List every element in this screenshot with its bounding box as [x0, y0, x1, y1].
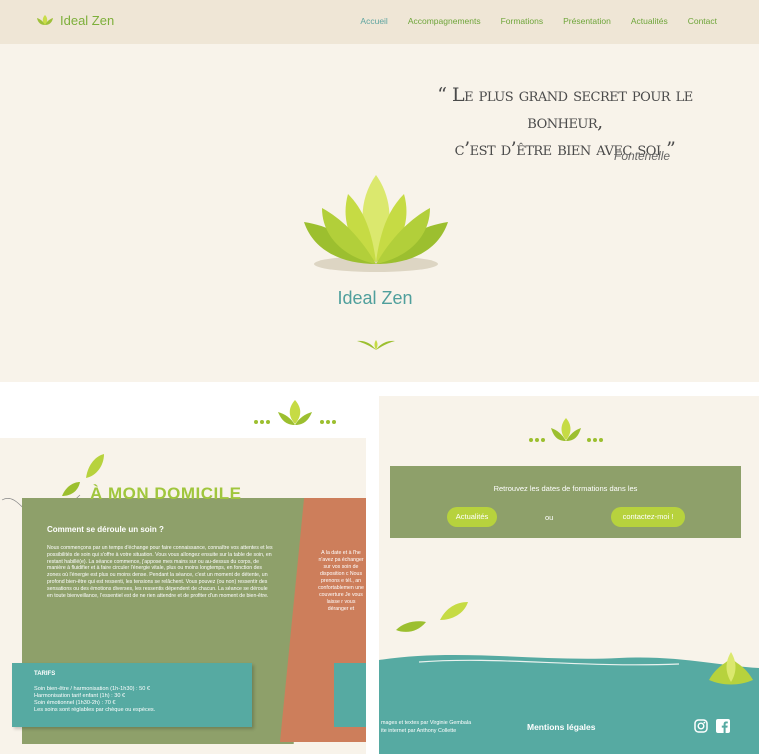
- lotus-icon: [304, 175, 448, 272]
- quote-line-1: “ Le plus grand secret pour le bonheur,: [437, 84, 693, 133]
- main-nav: Accueil Accompagnements Formations Prése…: [360, 16, 717, 26]
- lotus-logo-icon: [37, 14, 53, 25]
- nav-accueil[interactable]: Accueil: [360, 16, 387, 26]
- social-links: [694, 719, 730, 733]
- domicile-title: À MON DOMICILE: [90, 484, 242, 503]
- brand-name: Ideal Zen: [60, 13, 115, 28]
- nav-presentation[interactable]: Présentation: [563, 16, 611, 26]
- hero-quote: “ Le plus grand secret pour le bonheur, …: [405, 82, 725, 163]
- hero-brand-name: Ideal Zen: [337, 288, 413, 308]
- actualites-button[interactable]: Actualités: [447, 507, 497, 527]
- lotus-divider-icon: [254, 400, 336, 425]
- tarifs-title: TARIFS: [34, 671, 56, 677]
- nav-actualites[interactable]: Actualités: [631, 16, 668, 26]
- nav-formations[interactable]: Formations: [501, 16, 544, 26]
- nav-accompagnements[interactable]: Accompagnements: [408, 16, 481, 26]
- soin-question: Comment se déroule un soin ?: [47, 525, 164, 534]
- quote-author: Fontenelle: [614, 149, 671, 163]
- or-label: ou: [545, 513, 554, 522]
- facebook-icon[interactable]: [716, 719, 730, 733]
- soin-description: Nous commençons par un temps d'échange p…: [47, 545, 273, 599]
- formations-card: [390, 466, 741, 538]
- credits-line: ite internet par Anthony Collette: [381, 727, 457, 734]
- nav-contact[interactable]: Contact: [688, 16, 717, 26]
- site-logo[interactable]: Ideal Zen: [36, 13, 114, 28]
- lotus-divider-icon: [529, 418, 603, 442]
- instagram-icon[interactable]: [694, 719, 708, 733]
- credits-line: mages et textes par Virginie Gembala: [381, 720, 472, 726]
- tarif-line: Soin émotionnel (1h30-2h) : 70 €: [34, 700, 116, 706]
- site-footer: [379, 652, 759, 754]
- quote-line-2: c’est d’être bien avec soi ”: [454, 138, 676, 160]
- scroll-down-icon[interactable]: [355, 334, 397, 354]
- mentions-legales-link[interactable]: Mentions légales: [527, 722, 596, 732]
- tarif-line: Soin bien-être / harmonisation (1h-1h30)…: [34, 686, 150, 692]
- soin-side-text: A la date et à l'he n'avez pa échanger s…: [318, 550, 364, 612]
- tarif-line: Les soins sont réglables par chèque ou e…: [34, 707, 156, 713]
- tarifs-card-2: [334, 663, 366, 727]
- falling-leaves-icon: [396, 602, 468, 632]
- formations-text: Retrouvez les dates de formations dans l…: [493, 484, 638, 493]
- tarif-line: Harmonisation tarif enfant (1h) : 30 €: [34, 693, 126, 699]
- credits: mages et textes par Virginie Gembala ite…: [381, 720, 471, 735]
- contact-button[interactable]: contactez-moi !: [611, 507, 685, 527]
